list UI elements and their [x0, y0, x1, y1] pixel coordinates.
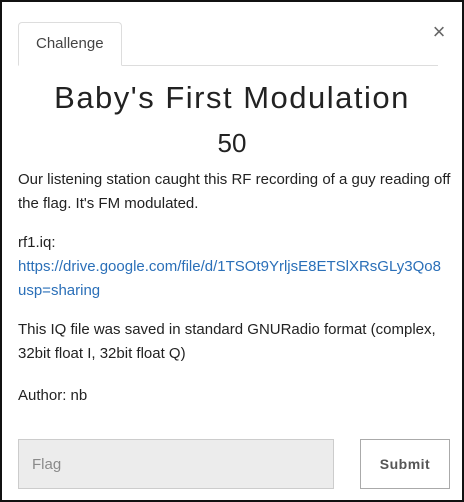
close-icon[interactable]: ×: [428, 21, 450, 43]
format-paragraph: This IQ file was saved in standard GNURa…: [18, 321, 436, 362]
file-paragraph: rf1.iq: https://drive.google.com/file/d/…: [18, 231, 462, 303]
submit-button[interactable]: Submit: [360, 439, 450, 489]
challenge-points: 50: [217, 128, 247, 158]
author-line: Author: nb: [18, 387, 88, 404]
file-link[interactable]: https://drive.google.com/file/d/1TSOt9Yr…: [18, 258, 441, 299]
file-label: rf1.iq:: [18, 234, 56, 251]
challenge-title: Baby's First Modulation: [54, 80, 410, 115]
challenge-modal: Challenge × Baby's First Modulation 50 O…: [0, 0, 464, 502]
tab-bar: Challenge: [18, 22, 438, 66]
tab-challenge[interactable]: Challenge: [18, 22, 122, 66]
file-link-url: https://drive.google.com/file/d/1TSOt9Yr…: [18, 258, 441, 275]
flag-input[interactable]: [18, 439, 334, 489]
description-paragraph: Our listening station caught this RF rec…: [18, 171, 451, 212]
file-link-url-continued: usp=sharing: [18, 282, 101, 299]
